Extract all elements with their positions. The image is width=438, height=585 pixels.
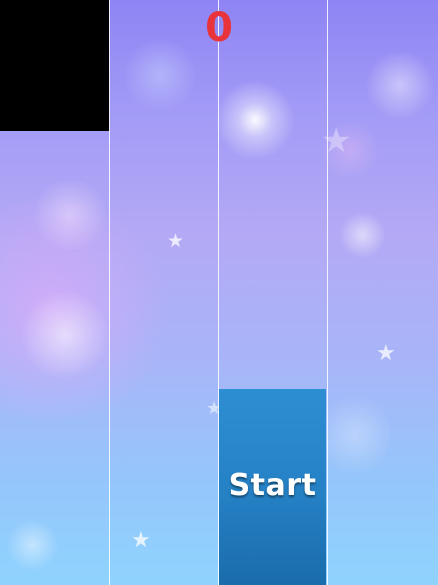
background-glow xyxy=(215,80,295,160)
background-glow xyxy=(365,50,435,120)
background-glow xyxy=(320,390,390,480)
background-glow xyxy=(5,520,60,570)
score-counter: 0 xyxy=(205,5,233,51)
lane-divider xyxy=(327,0,328,585)
background-glow xyxy=(120,40,200,110)
background-glow xyxy=(30,180,110,250)
star-icon: ★ xyxy=(321,121,352,161)
lane-divider xyxy=(109,0,110,585)
background-glow xyxy=(0,200,180,420)
start-label: Start xyxy=(228,467,317,503)
background-glow xyxy=(20,290,110,380)
star-icon: ★ xyxy=(376,341,396,366)
black-tile[interactable] xyxy=(0,0,109,131)
star-icon: ★ xyxy=(167,230,185,252)
start-tile[interactable]: Start xyxy=(219,389,326,585)
game-board: ★ ★ ★ ★ ★ Start 0 xyxy=(0,0,438,585)
background-glow xyxy=(340,210,385,260)
star-icon: ★ xyxy=(131,528,151,553)
